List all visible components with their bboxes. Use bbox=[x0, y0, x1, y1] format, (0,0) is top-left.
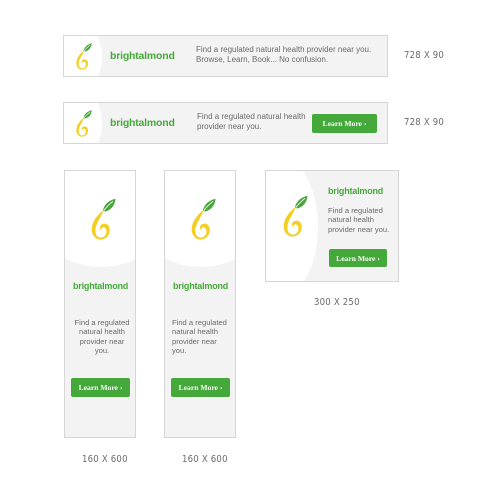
brand-wordmark: brightalmond bbox=[73, 281, 129, 291]
brand-wordmark: brightalmond bbox=[110, 117, 175, 129]
size-label: 728 X 90 bbox=[404, 50, 445, 61]
banner-728x90-cta: brightalmond Find a regulated natural he… bbox=[63, 102, 388, 144]
tagline: Find a regulated natural health provider… bbox=[328, 206, 390, 234]
size-label: 300 X 250 bbox=[314, 297, 360, 308]
leaf-almond-icon bbox=[72, 41, 94, 73]
learn-more-button[interactable]: Learn More › bbox=[71, 378, 130, 397]
size-label: 160 X 600 bbox=[182, 454, 228, 465]
banner-300x250: brightalmond Find a regulated natural he… bbox=[265, 170, 399, 282]
leaf-almond-icon bbox=[277, 186, 311, 248]
leaf-almond-icon bbox=[72, 108, 94, 140]
tagline: Find a regulated natural health provider… bbox=[172, 318, 227, 355]
tagline: Find a regulated natural health provider… bbox=[197, 112, 306, 131]
leaf-almond-icon bbox=[85, 189, 119, 251]
brand-wordmark: brightalmond bbox=[173, 281, 229, 291]
size-label: 160 X 600 bbox=[82, 454, 128, 465]
size-label: 728 X 90 bbox=[404, 117, 445, 128]
tagline: Find a regulated natural health provider… bbox=[74, 318, 130, 355]
brand-wordmark: brightalmond bbox=[328, 186, 384, 196]
banner-160x600-a: brightalmond Find a regulated natural he… bbox=[64, 170, 136, 438]
leaf-almond-icon bbox=[185, 189, 219, 251]
brand-wordmark: brightalmond bbox=[110, 50, 175, 62]
learn-more-button[interactable]: Learn More › bbox=[329, 249, 387, 267]
tagline: Find a regulated natural health provider… bbox=[196, 45, 372, 64]
banner-160x600-b: brightalmond Find a regulated natural he… bbox=[164, 170, 236, 438]
learn-more-button[interactable]: Learn More › bbox=[171, 378, 230, 397]
banner-728x90-long: brightalmond Find a regulated natural he… bbox=[63, 35, 388, 77]
learn-more-button[interactable]: Learn More › bbox=[312, 114, 377, 133]
